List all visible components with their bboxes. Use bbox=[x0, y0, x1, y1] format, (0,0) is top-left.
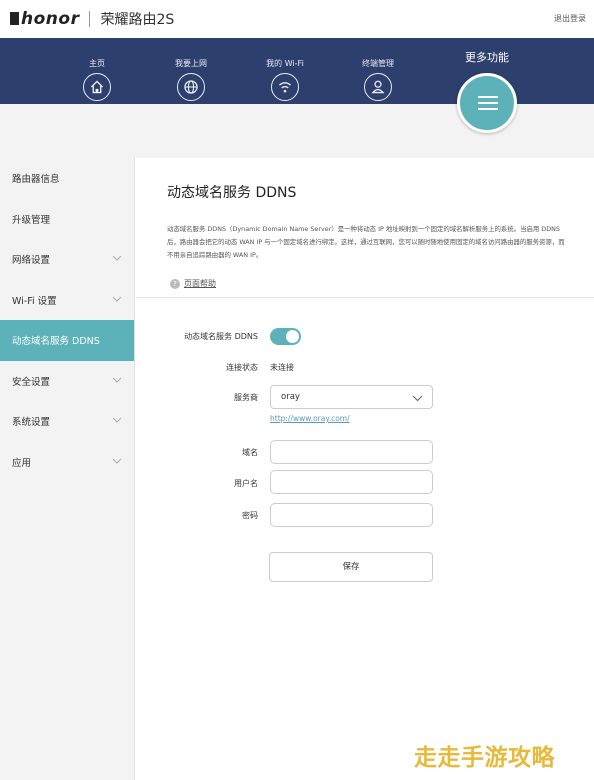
home-icon bbox=[83, 73, 111, 101]
product-name: 荣耀路由2S bbox=[100, 12, 175, 28]
sidebar-item-label: 升级管理 bbox=[12, 214, 51, 226]
chevron-down-icon bbox=[112, 377, 122, 383]
nav-label: 我的 Wi-Fi bbox=[266, 59, 304, 68]
chevron-down-icon bbox=[412, 395, 423, 402]
chevron-down-icon bbox=[112, 417, 122, 423]
provider-value: oray bbox=[281, 392, 300, 402]
sidebar-item-router-info[interactable]: 路由器信息 bbox=[0, 158, 134, 199]
sidebar-item-security[interactable]: 安全设置 bbox=[0, 361, 134, 402]
password-label: 密码 bbox=[242, 511, 258, 520]
globe-icon bbox=[177, 73, 205, 101]
sidebar-item-ddns[interactable]: 动态域名服务 DDNS bbox=[0, 320, 134, 361]
sidebar-item-label: 系统设置 bbox=[12, 417, 51, 429]
brand-logo: honor 荣耀路由2S bbox=[10, 9, 175, 29]
provider-select[interactable]: oray bbox=[270, 385, 433, 409]
honor-logo: honor bbox=[10, 9, 79, 29]
save-button[interactable]: 保存 bbox=[269, 552, 433, 582]
nav-item-devices[interactable]: 终端管理 bbox=[348, 58, 408, 101]
toggle-knob bbox=[286, 330, 299, 343]
chevron-down-icon bbox=[112, 458, 122, 464]
nav-label: 终端管理 bbox=[362, 59, 394, 68]
logo-separator bbox=[89, 11, 91, 27]
sidebar-item-network[interactable]: 网络设置 bbox=[0, 239, 134, 280]
status-label: 连接状态 bbox=[226, 363, 258, 372]
sidebar-item-label: Wi-Fi 设置 bbox=[12, 295, 57, 307]
sidebar-item-system[interactable]: 系统设置 bbox=[0, 401, 134, 442]
status-value: 未连接 bbox=[270, 363, 294, 372]
chevron-down-icon bbox=[112, 296, 122, 302]
page-title: 动态域名服务 DDNS bbox=[167, 185, 297, 201]
page-help-link[interactable]: ? 页面帮助 bbox=[170, 278, 216, 289]
provider-link[interactable]: http://www.oray.com/ bbox=[270, 414, 350, 423]
sidebar-item-upgrade[interactable]: 升级管理 bbox=[0, 199, 134, 240]
wifi-icon bbox=[271, 73, 299, 101]
logout-link[interactable]: 退出登录 bbox=[554, 13, 586, 24]
page-description: 动态域名服务 DDNS（Dynamic Domain Name Server）是… bbox=[167, 225, 565, 259]
nav-item-internet[interactable]: 我要上网 bbox=[161, 58, 221, 101]
password-field[interactable] bbox=[270, 503, 433, 527]
watermark: 走走手游攻略 bbox=[414, 745, 555, 771]
user-icon bbox=[364, 73, 392, 101]
more-features-label: 更多功能 bbox=[465, 51, 509, 64]
divider bbox=[136, 297, 594, 298]
nav-label: 主页 bbox=[89, 59, 105, 68]
chevron-down-icon bbox=[112, 255, 122, 261]
sidebar-item-wifi[interactable]: Wi-Fi 设置 bbox=[0, 280, 134, 321]
top-bar: honor 荣耀路由2S 退出登录 bbox=[0, 0, 594, 38]
domain-field[interactable] bbox=[270, 440, 433, 464]
ddns-toggle[interactable] bbox=[270, 328, 301, 345]
nav-label: 我要上网 bbox=[175, 59, 207, 68]
sidebar: 路由器信息 升级管理 网络设置 Wi-Fi 设置 动态域名服务 DDNS 安全设… bbox=[0, 158, 135, 780]
more-features-button[interactable] bbox=[457, 73, 517, 133]
nav-item-home[interactable]: 主页 bbox=[67, 58, 127, 101]
provider-label: 服务商 bbox=[234, 393, 258, 402]
username-field[interactable] bbox=[270, 470, 433, 494]
sidebar-item-label: 路由器信息 bbox=[12, 174, 60, 186]
hamburger-icon bbox=[478, 96, 498, 110]
help-label: 页面帮助 bbox=[184, 279, 216, 288]
ddns-toggle-label: 动态域名服务 DDNS bbox=[184, 332, 258, 341]
sidebar-item-apps[interactable]: 应用 bbox=[0, 442, 134, 483]
username-label: 用户名 bbox=[234, 479, 258, 488]
sidebar-item-label: 动态域名服务 DDNS bbox=[12, 336, 100, 348]
domain-label: 域名 bbox=[242, 448, 258, 457]
sidebar-item-label: 安全设置 bbox=[12, 376, 51, 388]
sidebar-item-label: 网络设置 bbox=[12, 255, 51, 267]
help-icon: ? bbox=[170, 278, 180, 289]
nav-item-wifi[interactable]: 我的 Wi-Fi bbox=[255, 58, 315, 101]
sidebar-item-label: 应用 bbox=[12, 457, 32, 469]
brand-text: honor bbox=[21, 9, 80, 29]
main-content: 动态域名服务 DDNS 动态域名服务 DDNS（Dynamic Domain N… bbox=[136, 158, 594, 780]
